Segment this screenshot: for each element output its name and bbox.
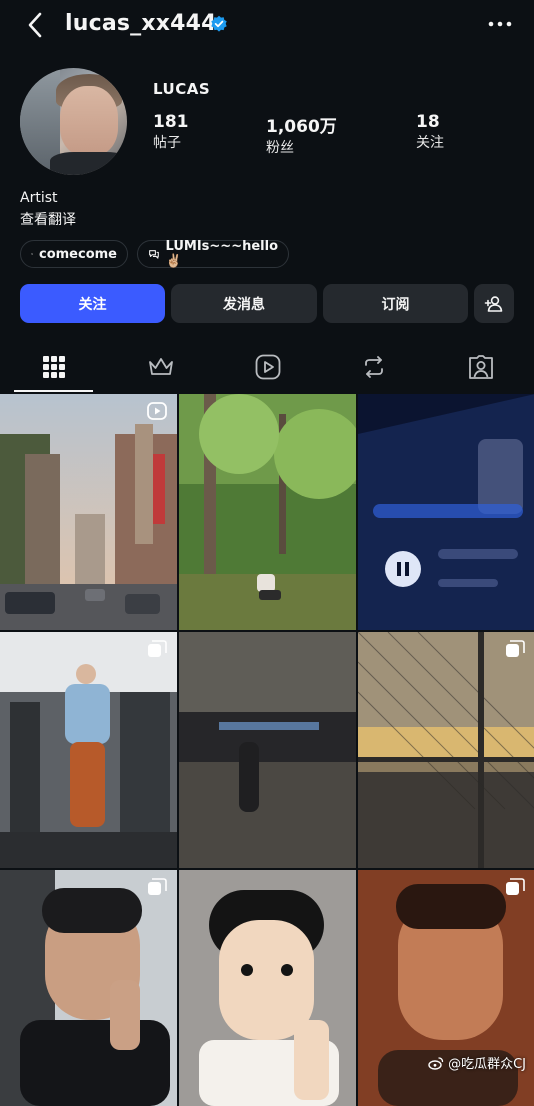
carousel-icon [148, 878, 167, 895]
stat-following-label: 关注 [416, 135, 444, 151]
crown-icon [148, 358, 173, 375]
stat-posts-count: 181 [153, 112, 189, 132]
carousel-icon [506, 640, 525, 657]
add-user-icon [484, 295, 503, 312]
tab-reposts[interactable] [320, 342, 427, 392]
stat-followers[interactable]: 1,060万 粉丝 [266, 112, 337, 157]
post-thumbnail [0, 394, 177, 630]
stat-following-count: 18 [416, 112, 440, 132]
stat-followers-label: 粉丝 [266, 140, 294, 156]
tab-reels[interactable] [214, 342, 321, 392]
post-thumbnail [179, 394, 356, 630]
profile-avatar[interactable] [20, 68, 127, 175]
tab-tagged[interactable] [427, 342, 534, 392]
reposts-icon [364, 356, 383, 378]
stat-following[interactable]: 18 关注 [416, 112, 444, 152]
display-name: LUCAS [153, 80, 211, 98]
threads-chat-icon [149, 250, 159, 259]
chevron-left-icon[interactable] [24, 10, 46, 40]
post-thumbnail [179, 870, 356, 1106]
channel-chip-label: LUMIs~~~hello✌🏼 [165, 239, 278, 269]
post-tile[interactable] [0, 870, 177, 1106]
post-tile[interactable] [179, 632, 356, 868]
post-thumbnail [0, 632, 177, 868]
see-translation-link[interactable]: 查看翻译 [20, 209, 76, 229]
active-tab-indicator [14, 390, 93, 392]
post-tile[interactable] [179, 870, 356, 1106]
message-button[interactable]: 发消息 [171, 284, 317, 323]
stat-posts[interactable]: 181 帖子 [153, 112, 189, 152]
tagged-icon [468, 355, 493, 379]
watermark-text: @吃瓜群众CJ [448, 1057, 526, 1072]
top-bar: lucas_xx444 [0, 0, 534, 50]
post-thumbnail [358, 394, 534, 630]
post-thumbnail [179, 632, 356, 868]
reels-icon [255, 354, 280, 380]
stat-posts-label: 帖子 [153, 135, 181, 151]
stat-followers-count: 1,060万 [266, 117, 337, 137]
channel-chip-lumis[interactable]: LUMIs~~~hello✌🏼 [137, 239, 289, 269]
channel-chip-label: comecome [39, 246, 117, 262]
post-tile[interactable] [0, 394, 177, 630]
grid-icon [42, 356, 65, 378]
channel-chip-comecome[interactable]: comecome [20, 240, 128, 268]
threads-chat-icon [31, 253, 33, 255]
post-tile[interactable] [179, 394, 356, 630]
add-user-button[interactable] [474, 284, 514, 323]
post-tile[interactable] [0, 632, 177, 868]
reel-icon [147, 402, 167, 420]
subscribe-button[interactable]: 订阅 [323, 284, 468, 323]
follow-button[interactable]: 关注 [20, 284, 165, 323]
tab-subscriptions[interactable] [107, 342, 214, 392]
weibo-icon [428, 1056, 444, 1070]
profile-username: lucas_xx444 [65, 11, 217, 36]
tab-grid[interactable] [0, 342, 107, 392]
post-thumbnail [0, 870, 177, 1106]
carousel-icon [506, 878, 525, 895]
verified-badge-icon [211, 15, 227, 32]
profile-bio: Artist [20, 190, 58, 206]
post-tile[interactable] [358, 394, 534, 630]
post-tile[interactable] [358, 632, 534, 868]
profile-tabs [0, 342, 534, 392]
post-thumbnail [358, 632, 534, 868]
carousel-icon [148, 640, 167, 657]
watermark: @吃瓜群众CJ [428, 1053, 526, 1072]
more-horizontal-icon[interactable] [486, 14, 514, 34]
